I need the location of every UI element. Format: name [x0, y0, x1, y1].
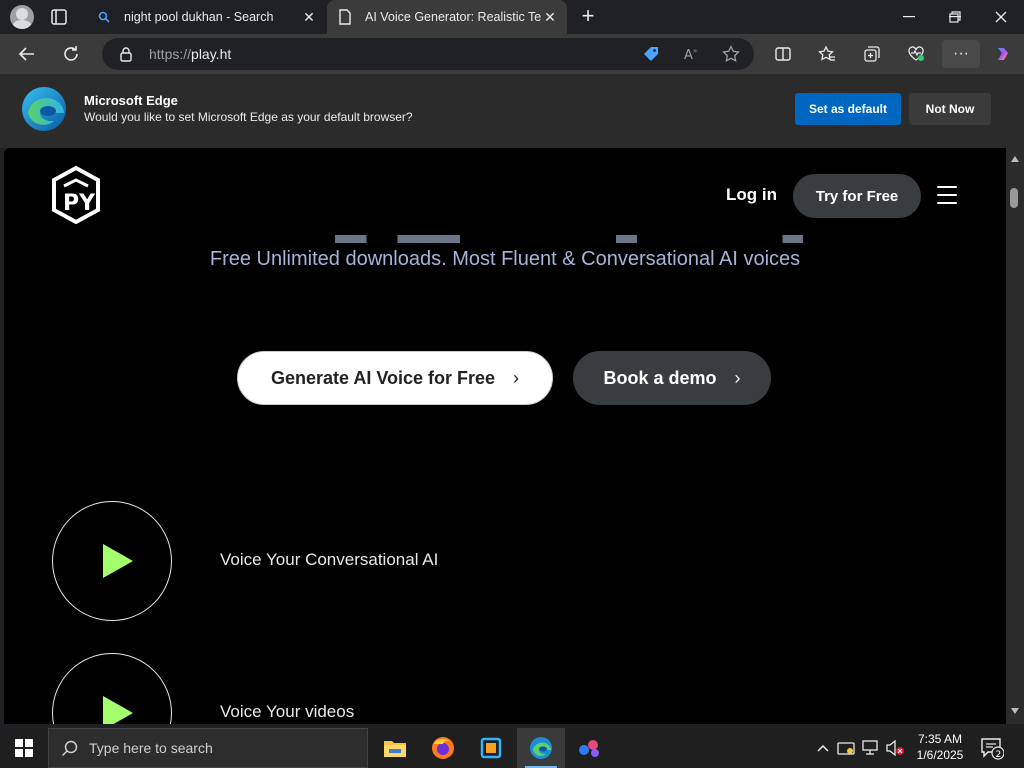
browser-toolbar: https://play.ht A» ··· [0, 34, 1024, 74]
generate-voice-button[interactable]: Generate AI Voice for Free › [237, 351, 553, 405]
new-tab-button[interactable]: + [576, 5, 600, 29]
infobar-message: Would you like to set Microsoft Edge as … [84, 110, 413, 124]
refresh-button[interactable] [56, 40, 86, 68]
copilot-icon[interactable] [988, 40, 1018, 68]
settings-menu-button[interactable]: ··· [942, 40, 980, 68]
close-tab-icon[interactable]: ✕ [541, 8, 559, 26]
close-window-button[interactable] [978, 0, 1024, 34]
scroll-down-arrow-icon[interactable] [1011, 708, 1019, 714]
default-browser-infobar: Microsoft Edge Would you like to set Mic… [0, 74, 1024, 148]
address-bar[interactable]: https://play.ht A» [102, 38, 754, 70]
app-icon[interactable] [566, 728, 614, 768]
show-hidden-icons-chevron-icon[interactable] [814, 728, 832, 768]
page-icon [337, 9, 353, 25]
collections-icon[interactable] [857, 40, 887, 68]
tab-search[interactable]: night pool dukhan - Search ✕ [86, 0, 326, 34]
book-demo-button[interactable]: Book a demo › [573, 351, 771, 405]
notification-center-icon[interactable]: 2 [980, 736, 1005, 760]
svg-text:A: A [684, 48, 693, 63]
back-button[interactable] [12, 40, 42, 68]
search-icon [96, 9, 112, 25]
page-scrollbar[interactable] [1006, 148, 1024, 724]
book-demo-label: Book a demo [603, 367, 717, 388]
scroll-thumb[interactable] [1010, 188, 1018, 208]
tab-title: night pool dukhan - Search [124, 10, 274, 24]
tab-strip: night pool dukhan - Search ✕ AI Voice Ge… [0, 0, 1024, 34]
scroll-up-arrow-icon[interactable] [1011, 156, 1019, 162]
chevron-right-icon: › [734, 367, 741, 388]
feature-label: Voice Your Conversational AI [220, 550, 439, 569]
profile-avatar[interactable] [10, 5, 34, 29]
sandbox-app-icon[interactable] [467, 728, 515, 768]
tab-playht[interactable]: AI Voice Generator: Realistic Text to Sp… [327, 0, 567, 34]
play-button-conversational[interactable] [52, 501, 172, 621]
svg-text:PY: PY [63, 191, 96, 216]
url-text: https://play.ht [149, 46, 232, 62]
search-icon [61, 739, 79, 757]
edge-taskbar-icon[interactable] [517, 728, 565, 768]
favorites-icon[interactable] [812, 40, 842, 68]
read-aloud-icon[interactable]: A» [682, 45, 700, 63]
clock-date: 1/6/2025 [916, 748, 964, 762]
playht-logo-icon[interactable]: PY [50, 165, 102, 225]
generate-voice-label: Generate AI Voice for Free [270, 367, 496, 388]
firefox-icon[interactable] [419, 728, 467, 768]
page-viewport: PY Log in Try for Free Free Unlimited do… [4, 148, 1006, 724]
tab-title: AI Voice Generator: Realistic Text to Sp… [365, 10, 541, 24]
restore-button[interactable] [932, 0, 978, 34]
tab-actions-icon[interactable] [48, 8, 70, 26]
hamburger-menu-icon[interactable] [937, 186, 957, 204]
favorite-star-icon[interactable] [722, 45, 740, 63]
search-placeholder: Type here to search [89, 740, 213, 756]
notification-count: 2 [996, 750, 1002, 760]
clipped-heading [304, 229, 824, 243]
play-icon [103, 544, 133, 578]
lock-icon[interactable] [118, 46, 134, 62]
edge-logo-icon [20, 85, 68, 133]
shopping-tag-icon[interactable] [642, 45, 660, 63]
svg-text:»: » [693, 47, 697, 55]
try-for-free-button[interactable]: Try for Free [793, 174, 921, 218]
network-icon[interactable] [860, 728, 880, 768]
login-link[interactable]: Log in [726, 185, 777, 205]
infobar-title: Microsoft Edge [84, 93, 178, 108]
play-icon [103, 696, 133, 724]
file-explorer-icon[interactable] [371, 728, 419, 768]
feature-label: Voice Your videos [220, 702, 355, 721]
chevron-right-icon: › [513, 367, 520, 388]
split-screen-icon[interactable] [768, 40, 798, 68]
security-icon[interactable] [836, 728, 856, 768]
hero-subtitle: Free Unlimited downloads. Most Fluent & … [209, 248, 801, 270]
start-button[interactable] [0, 728, 48, 768]
not-now-button[interactable]: Not Now [909, 93, 991, 125]
windows-taskbar: Type here to search 7:35 AM 1/6/2025 2 [0, 728, 1024, 768]
clock[interactable]: 7:35 AM 1/6/2025 [912, 731, 968, 763]
volume-muted-icon[interactable] [884, 728, 906, 768]
set-as-default-button[interactable]: Set as default [795, 93, 901, 125]
taskbar-search[interactable]: Type here to search [48, 728, 368, 768]
browser-essentials-icon[interactable] [901, 40, 931, 68]
close-tab-icon[interactable]: ✕ [300, 8, 318, 26]
play-button-videos[interactable] [52, 653, 172, 724]
clock-time: 7:35 AM [917, 732, 963, 746]
minimize-button-2[interactable] [886, 0, 932, 34]
